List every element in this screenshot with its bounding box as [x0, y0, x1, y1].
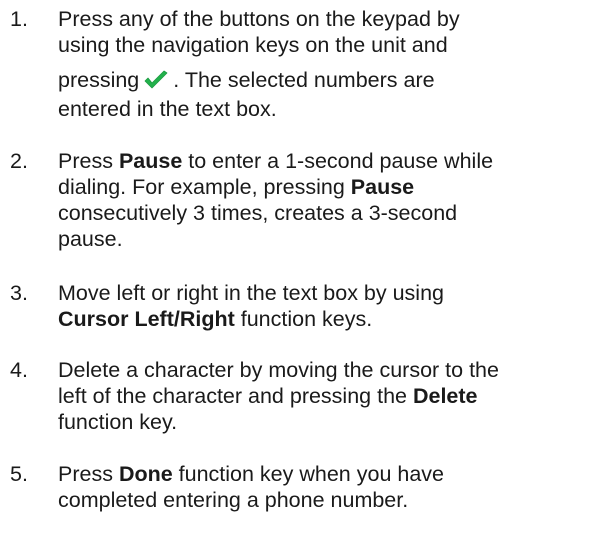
text-fragment: function keys. [234, 307, 373, 331]
text-fragment: pressing [58, 68, 140, 92]
text-line: entered in the text box. [58, 97, 277, 121]
text-line: Press Done function key when you have [58, 461, 598, 487]
text-fragment: . The selected numbers are [173, 68, 435, 92]
step-number: 1. [10, 7, 28, 31]
checkmark-shape [144, 70, 168, 89]
keyword-delete: Delete [412, 384, 478, 408]
text-line: Move left or right in the text box by us… [58, 281, 445, 305]
step-text: Press Pause to enter a 1-second pause wh… [58, 148, 598, 252]
instruction-list: 1. Press any of the buttons on the keypa… [0, 0, 603, 543]
step-text: Move left or right in the text box by us… [58, 280, 598, 332]
text-line: Delete a character by moving the cursor … [58, 358, 499, 382]
text-line: left of the character and pressing the D… [58, 383, 598, 409]
text-fragment: to enter a 1-second pause while [182, 149, 494, 173]
keyword-pause: Pause [118, 149, 183, 173]
keyword-pause: Pause [350, 175, 415, 199]
keyword-done: Done [118, 462, 173, 486]
text-line: Press any of the buttons on the keypad b… [58, 7, 460, 31]
text-line: completed entering a phone number. [58, 488, 409, 512]
text-line: consecutively 3 times, creates a 3-secon… [58, 201, 458, 225]
step-number: 2. [10, 149, 28, 173]
text-line: pause. [58, 227, 123, 251]
text-line: using the navigation keys on the unit an… [58, 33, 448, 57]
text-line: Press Pause to enter a 1-second pause wh… [58, 148, 598, 174]
keyword-cursor-left-right: Cursor Left/Right [58, 307, 235, 331]
text-fragment: dialing. For example, pressing [58, 175, 351, 199]
text-fragment: function key when you have [172, 462, 444, 486]
text-line: Cursor Left/Right function keys. [58, 306, 598, 332]
step-text: Press any of the buttons on the keypad b… [58, 6, 598, 122]
step-text: Press Done function key when you have co… [58, 461, 598, 513]
text-fragment: Press [58, 149, 119, 173]
checkmark-icon [143, 70, 169, 96]
text-fragment: Press [58, 462, 119, 486]
text-line: dialing. For example, pressing Pause [58, 174, 598, 200]
text-fragment: left of the character and pressing the [58, 384, 413, 408]
text-line: pressing . The selected numbers are [58, 67, 598, 96]
text-line: function key. [58, 410, 178, 434]
step-number: 3. [10, 281, 28, 305]
step-number: 5. [10, 462, 28, 486]
step-text: Delete a character by moving the cursor … [58, 357, 598, 435]
step-number: 4. [10, 358, 28, 382]
